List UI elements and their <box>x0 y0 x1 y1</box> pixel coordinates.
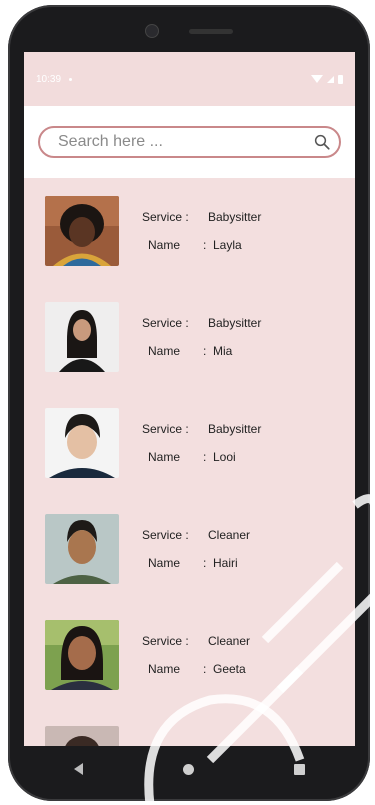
service-value: Babysitter <box>208 210 262 224</box>
name-value: Looi <box>213 450 236 464</box>
service-label: Service : <box>142 528 189 542</box>
service-value: Cleaner <box>208 634 251 648</box>
name-label: Name <box>148 662 181 676</box>
search-box[interactable] <box>38 126 341 158</box>
list-item-partial[interactable] <box>24 708 355 746</box>
battery-icon <box>338 74 343 84</box>
name-colon: : <box>203 662 207 676</box>
provider-photo <box>45 408 119 478</box>
provider-photo <box>45 196 119 266</box>
service-label: Service : <box>142 210 189 224</box>
list-item[interactable]: Service : Babysitter Name : Looi <box>24 390 355 496</box>
name-value: Mia <box>213 344 233 358</box>
name-label: Name <box>148 450 181 464</box>
list-item[interactable]: Service : Babysitter Name : Mia <box>24 284 355 390</box>
provider-photo <box>45 620 119 690</box>
provider-photo <box>45 726 119 746</box>
name-value: Hairi <box>213 556 238 570</box>
list-item[interactable]: Service : Cleaner Name : Geeta <box>24 602 355 708</box>
list-item[interactable]: Service : Cleaner Name : Hairi <box>24 496 355 602</box>
system-nav-bar <box>24 746 355 792</box>
name-colon: : <box>203 238 207 252</box>
wifi-icon <box>311 75 323 83</box>
name-label: Name <box>148 556 181 570</box>
earpiece-speaker <box>189 28 233 34</box>
notification-dot-icon <box>69 77 73 81</box>
home-icon[interactable] <box>183 763 194 775</box>
back-icon[interactable] <box>74 763 83 775</box>
service-label: Service : <box>142 316 189 330</box>
recent-apps-icon[interactable] <box>294 763 305 775</box>
name-label: Name <box>148 238 181 252</box>
service-value: Cleaner <box>208 528 251 542</box>
provider-photo <box>45 302 119 372</box>
status-bar: 10:39 <box>24 52 355 106</box>
search-input[interactable] <box>56 132 313 152</box>
name-value: Layla <box>213 238 242 252</box>
name-colon: : <box>203 344 207 358</box>
name-value: Geeta <box>213 662 246 676</box>
list-item[interactable]: Service : Babysitter Name : Layla <box>24 178 355 284</box>
name-colon: : <box>203 450 207 464</box>
search-bar-container <box>24 106 355 178</box>
service-label: Service : <box>142 634 189 648</box>
provider-photo <box>45 514 119 584</box>
front-camera <box>145 24 159 38</box>
name-label: Name <box>148 344 181 358</box>
search-icon[interactable] <box>313 133 331 151</box>
status-time: 10:39 <box>36 73 62 85</box>
signal-icon <box>327 75 334 83</box>
service-value: Babysitter <box>208 316 262 330</box>
app-screen: 10:39 Search here ... Service: Babysitt… <box>24 52 355 746</box>
service-label: Service : <box>142 422 189 436</box>
service-value: Babysitter <box>208 422 262 436</box>
phone-top-bezel <box>8 5 370 57</box>
name-colon: : <box>203 556 207 570</box>
provider-list: Service : Babysitter Name : Layla Servic… <box>24 178 355 746</box>
